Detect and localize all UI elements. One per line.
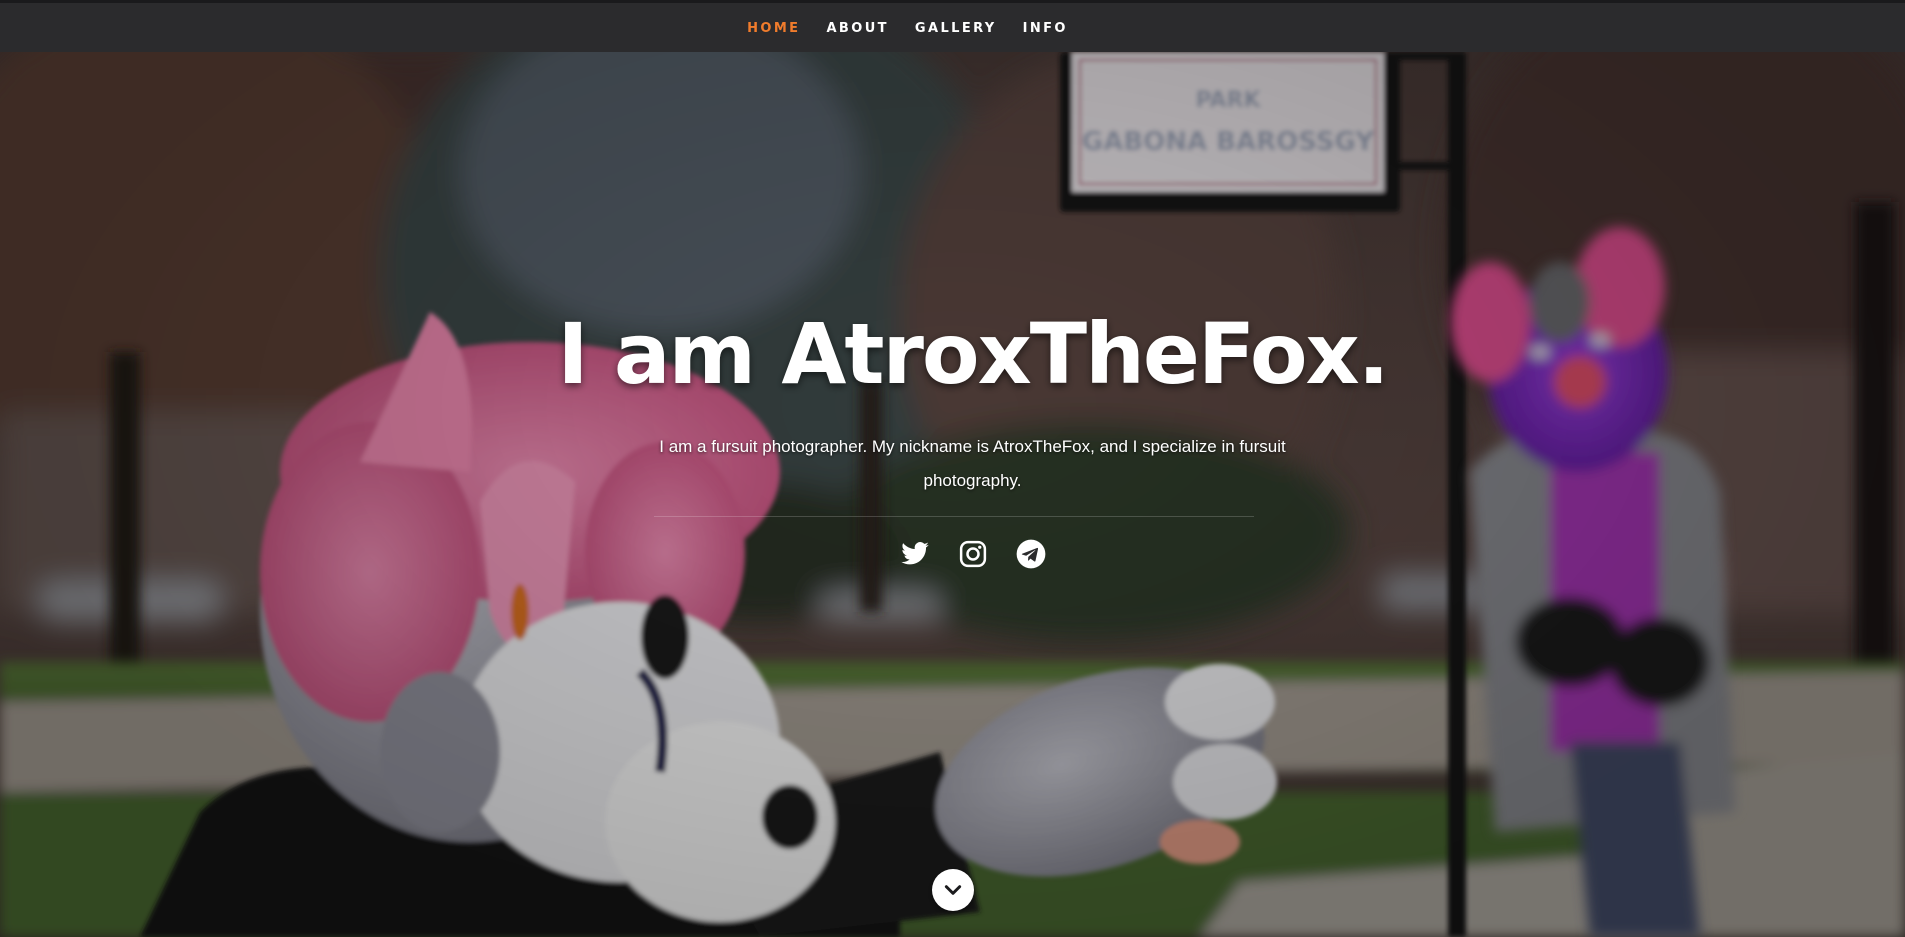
social-links bbox=[40, 539, 1905, 569]
telegram-link[interactable] bbox=[1016, 539, 1046, 569]
telegram-icon bbox=[1016, 539, 1045, 569]
scroll-down-button[interactable] bbox=[932, 869, 974, 911]
nav-item-info: Info bbox=[1023, 19, 1068, 37]
twitter-link[interactable] bbox=[900, 539, 930, 569]
top-navigation: Home About Gallery Info bbox=[0, 0, 1905, 52]
social-item-twitter bbox=[900, 539, 930, 569]
nav-link-about[interactable]: About bbox=[826, 21, 888, 36]
hero-description: I am a fursuit photographer. My nickname… bbox=[659, 437, 1286, 490]
hero-divider bbox=[654, 516, 1254, 517]
social-item-telegram bbox=[1016, 539, 1046, 569]
nav-item-home: Home bbox=[747, 19, 800, 37]
nav-link-info[interactable]: Info bbox=[1023, 21, 1068, 36]
social-item-instagram bbox=[958, 539, 988, 569]
twitter-icon bbox=[900, 542, 929, 565]
instagram-link[interactable] bbox=[958, 539, 988, 569]
hero-section: PARK GABONA BAROSSGY bbox=[0, 52, 1905, 937]
nav-item-gallery: Gallery bbox=[915, 19, 997, 37]
nav-menu: Home About Gallery Info bbox=[747, 19, 1068, 37]
hero-title: I am AtroxTheFox. bbox=[557, 305, 1389, 403]
hero-content: I am AtroxTheFox. I am a fursuit photogr… bbox=[0, 312, 1905, 569]
nav-link-gallery[interactable]: Gallery bbox=[915, 21, 997, 36]
instagram-icon bbox=[959, 540, 986, 568]
nav-link-home[interactable]: Home bbox=[747, 21, 800, 36]
nav-item-about: About bbox=[826, 19, 888, 37]
page: Home About Gallery Info bbox=[0, 0, 1905, 937]
chevron-down-icon bbox=[944, 885, 962, 895]
